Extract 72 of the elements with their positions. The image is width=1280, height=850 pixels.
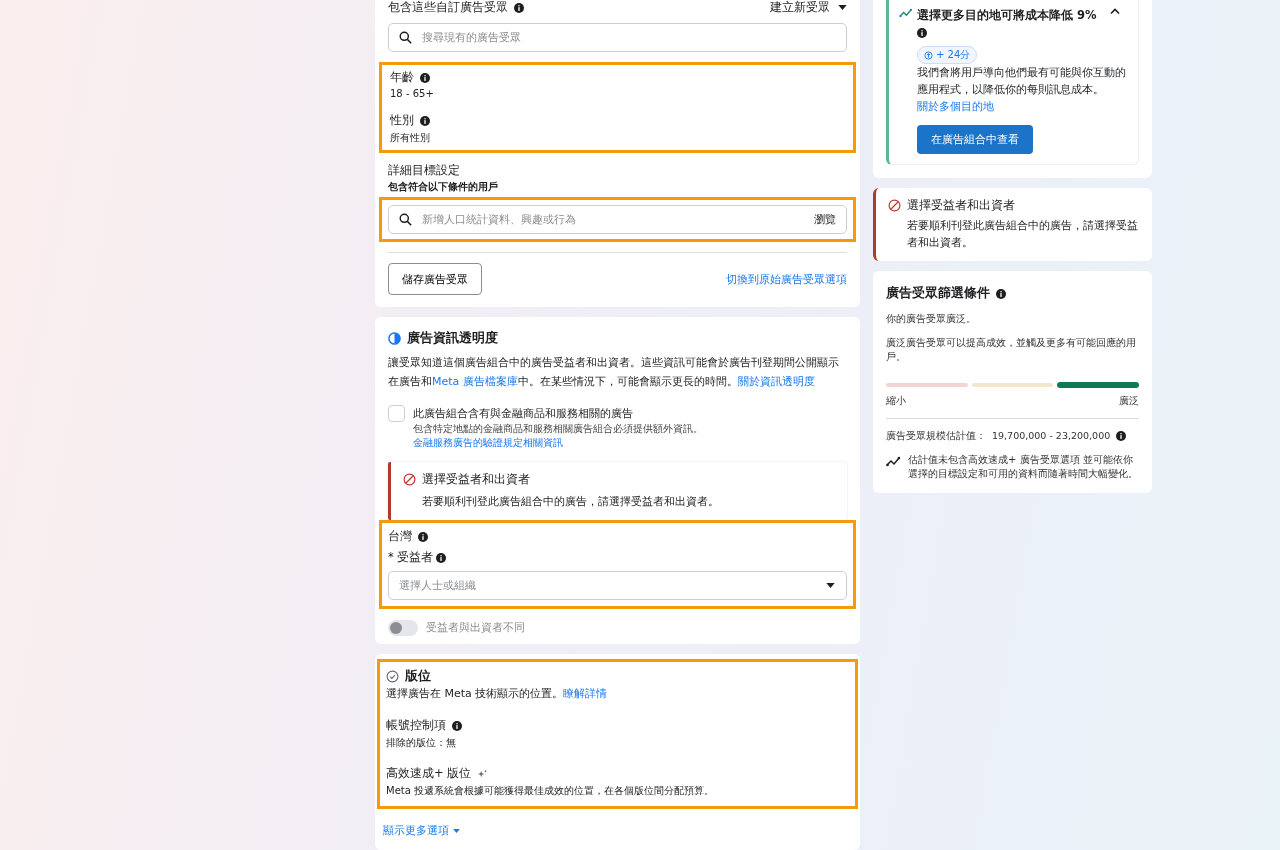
info-icon: [452, 720, 462, 731]
transparency-description: 讓受眾知道這個廣告組合中的廣告受益者和出資者。這些資訊可能會於廣告刊登期間公開顯示在廣告和Meta 廣告檔案庫中。在某些情況下，可能會顯示更長的時間。關於資訊透明度: [388, 355, 840, 390]
checkbox[interactable]: [388, 405, 405, 422]
caret-icon: [453, 828, 460, 833]
field-value: 所有性別: [390, 131, 431, 145]
text-link[interactable]: 關於資訊透明度: [737, 375, 815, 388]
search-icon: [399, 31, 412, 44]
sparkle-icon: [477, 768, 488, 779]
section-text: 排除的版位：無: [386, 736, 457, 750]
alert-message: 若要順利刊登此廣告組合中的廣告，請選擇受益者和出資者。: [907, 218, 1139, 251]
collapse-icon[interactable]: [1110, 8, 1120, 15]
country-label: 台灣: [388, 529, 412, 544]
alert-title: 選擇受益者和出資者: [422, 472, 530, 487]
audience-size-value: 19,700,000 - 23,200,000: [992, 429, 1111, 443]
field-label: 性別: [390, 113, 414, 128]
field-label: 受益者: [396, 550, 433, 565]
search-icon: [399, 213, 412, 226]
section-title: 帳號控制項: [386, 718, 446, 733]
beneficiary-select[interactable]: 選擇人士或組織: [388, 571, 847, 600]
audience-status: 你的廣告受眾廣泛。: [886, 312, 977, 326]
card-title: 廣告資訊透明度: [407, 330, 498, 347]
search-field[interactable]: 搜尋現有的廣告受眾: [388, 23, 847, 52]
info-icon: [1116, 431, 1127, 441]
field-value: 18 - 65+: [390, 88, 435, 99]
info-icon: [420, 115, 430, 126]
meter-max-label: 廣泛: [1119, 394, 1139, 408]
caret-icon: [838, 5, 847, 10]
caret-icon: [826, 583, 835, 588]
prohibited-icon: [888, 199, 901, 212]
alert-message: 若要順利刊登此廣告組合中的廣告，請選擇受益者和出資者。: [422, 494, 720, 510]
save-audience-button[interactable]: 儲存廣告受眾: [388, 263, 482, 295]
switch-options-link[interactable]: 切換到原始廣告受眾選項: [726, 271, 847, 287]
section-subtitle: 包含符合以下條件的用戶: [388, 180, 499, 194]
toggle-switch[interactable]: [388, 619, 418, 636]
learn-more-link[interactable]: 瞭解詳情: [563, 687, 608, 700]
info-icon: [996, 288, 1006, 299]
text-link[interactable]: Meta 廣告檔案庫: [432, 375, 518, 388]
card-title: 版位: [405, 668, 431, 685]
check-circle-icon: [386, 670, 399, 683]
checkbox-note: 包含特定地點的金融商品和服務相關廣告組合必須提供額外資訊。 金融服務廣告的驗證規定相關資訊: [413, 422, 704, 450]
section-title: 詳細目標設定: [388, 163, 461, 178]
create-audience-menu[interactable]: 建立新受眾: [770, 0, 847, 15]
info-icon: [917, 28, 927, 38]
checkbox-label: 此廣告組合含有與金融商品和服務相關的廣告: [413, 406, 634, 422]
alert-title: 選擇受益者和出資者: [907, 198, 1015, 213]
section-text: Meta 投遞系統會根據可能獲得最佳成效的位置，在各個版位間分配預算。: [386, 784, 715, 798]
field-label: 年齡: [390, 70, 414, 85]
prohibited-icon: [403, 473, 416, 486]
show-more-link[interactable]: 顯示更多選項: [383, 823, 460, 838]
info-icon: [418, 531, 428, 542]
browse-button[interactable]: 瀏覽: [814, 212, 836, 227]
text-link[interactable]: 關於多個目的地: [917, 100, 994, 113]
half-circle-icon: [388, 332, 401, 345]
trend-icon: [899, 7, 912, 18]
audience-explanation: 廣泛廣告受眾可以提高成效，並觸及更多有可能回應的用戶。: [886, 336, 1137, 364]
toggle-label: 受益者與出資者不同: [426, 620, 525, 636]
view-in-ad-set-button[interactable]: 在廣告組合中查看: [917, 125, 1033, 154]
info-icon: [420, 72, 430, 83]
custom-audience-label: 包含這些自訂廣告受眾: [388, 0, 508, 15]
info-icon: [435, 552, 446, 563]
trend-icon: [886, 455, 900, 467]
score-badge: + 24分: [917, 46, 978, 64]
audience-size-label: 廣告受眾規模估計值：: [886, 429, 986, 443]
placements-description: 選擇廣告在 Meta 技術顯示的位置。瞭解詳情: [386, 686, 609, 702]
meter-min-label: 縮小: [886, 394, 906, 408]
estimate-footnote: 估計值未包含高效速成+ 廣告受眾選項 並可能依你選擇的目標設定和可用的資料而隨著時間大幅變化。: [908, 453, 1139, 481]
required-mark: *: [388, 550, 394, 565]
tip-text: 我們會將用戶導向他們最有可能與你互動的應用程式，以降低你的每則訊息成本。 關於多個目的地: [917, 65, 1127, 115]
card-title: 廣告受眾篩選條件: [886, 285, 990, 302]
text-link[interactable]: 金融服務廣告的驗證規定相關資訊: [413, 437, 563, 448]
section-title: 高效速成+ 版位: [386, 766, 472, 781]
tip-title: 選擇更多目的地可將成本降低 9%: [917, 8, 1097, 22]
